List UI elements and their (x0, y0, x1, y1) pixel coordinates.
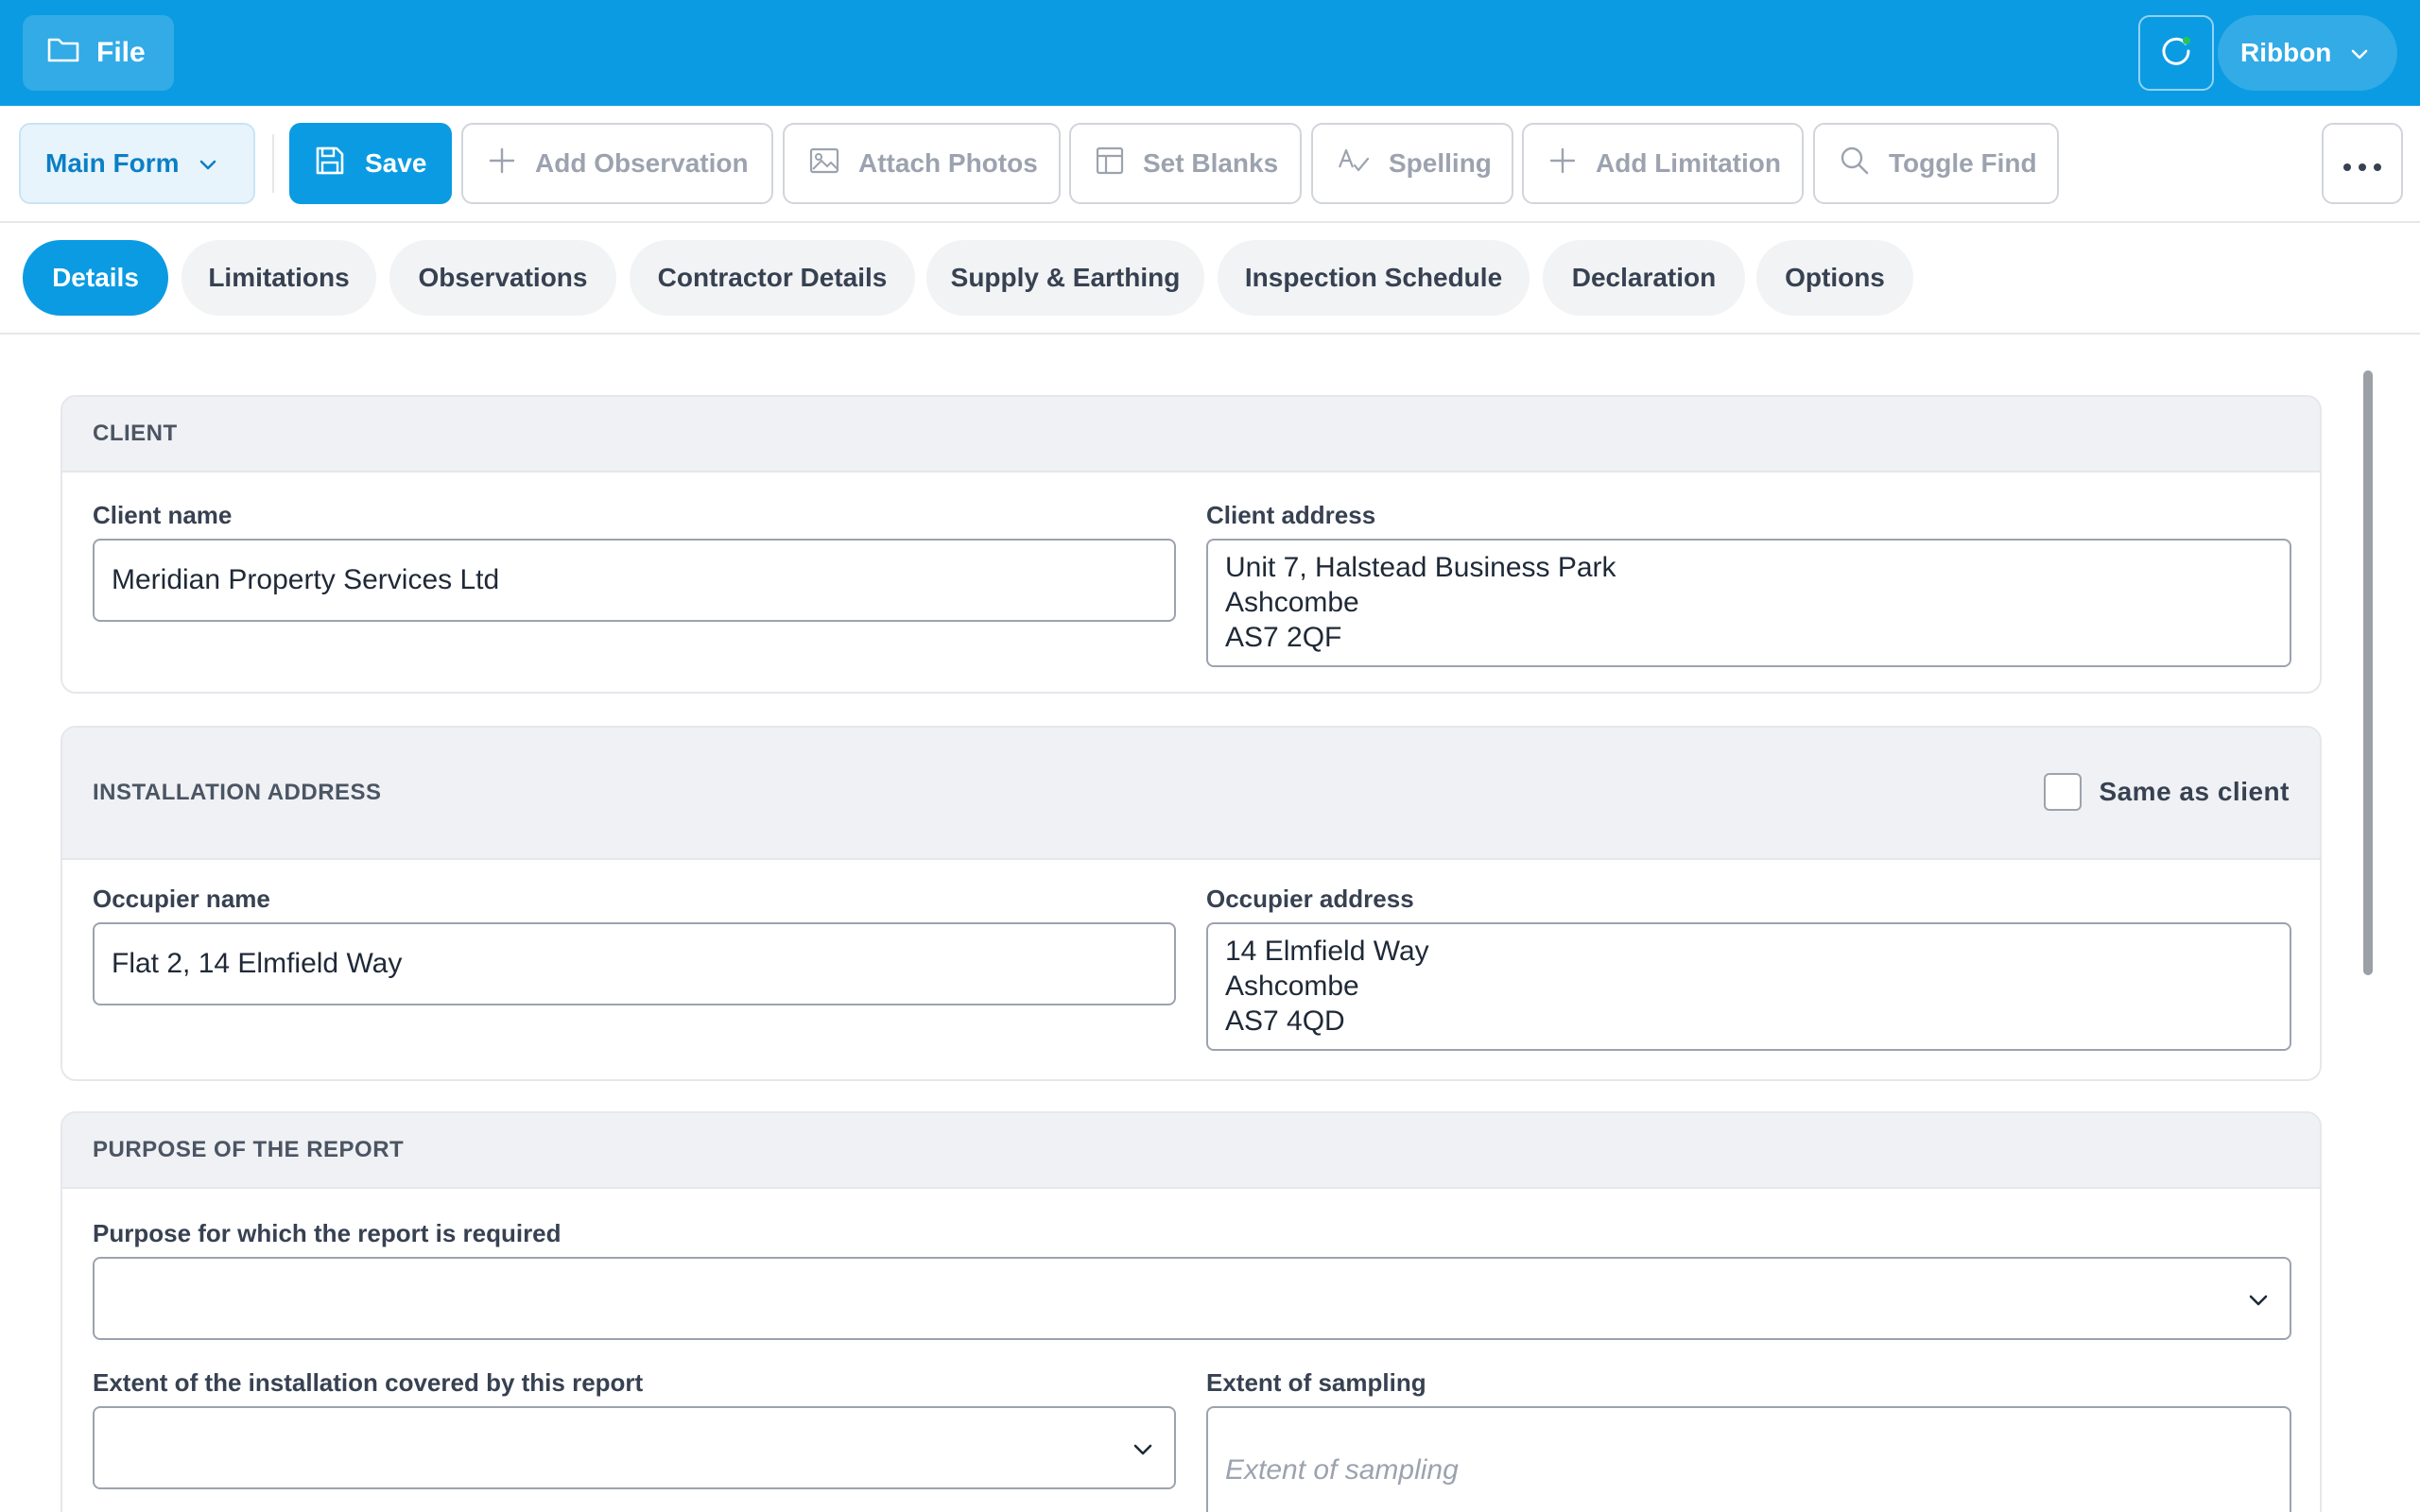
occupier-name-input[interactable]: Flat 2, 14 Elmfield Way (93, 922, 1176, 1005)
ribbon-button[interactable]: Ribbon (2218, 15, 2397, 91)
chevron-down-icon (199, 148, 217, 179)
add-limitation-label: Add Limitation (1596, 148, 1781, 178)
occupier-name-label: Occupier name (93, 885, 270, 913)
installation-address-section: INSTALLATION ADDRESS Same as client Occu… (60, 726, 2322, 1081)
set-blanks-button[interactable]: Set Blanks (1069, 123, 1302, 204)
add-limitation-button[interactable]: Add Limitation (1522, 123, 1804, 204)
same-as-client-checkbox[interactable] (2044, 773, 2083, 811)
main-form-dropdown[interactable]: Main Form (19, 123, 255, 204)
client-address-label: Client address (1206, 501, 1376, 529)
more-dots-icon (2342, 148, 2383, 179)
same-as-client-toggle[interactable]: Same as client (2044, 773, 2290, 811)
form-content: CLIENT Client name Meridian Property Ser… (0, 336, 2420, 1512)
sampling-input[interactable]: Extent of sampling (1206, 1406, 2291, 1512)
tab-bar: Details Limitations Observations Contrac… (0, 223, 2420, 335)
save-icon (314, 145, 346, 183)
client-section: CLIENT Client name Meridian Property Ser… (60, 395, 2322, 694)
scrollbar[interactable] (2363, 370, 2373, 975)
tab-observations[interactable]: Observations (389, 240, 616, 316)
purpose-select[interactable] (93, 1257, 2291, 1340)
search-icon (1840, 146, 1870, 182)
tab-details[interactable]: Details (23, 240, 168, 316)
extent-select[interactable] (93, 1406, 1176, 1489)
spelling-label: Spelling (1389, 148, 1492, 178)
purpose-section: PURPOSE OF THE REPORT Purpose for which … (60, 1111, 2322, 1512)
tab-supply-earthing[interactable]: Supply & Earthing (926, 240, 1204, 316)
more-options-button[interactable] (2322, 123, 2403, 204)
tab-inspection-schedule[interactable]: Inspection Schedule (1218, 240, 1530, 316)
add-observation-button[interactable]: Add Observation (461, 123, 773, 204)
sampling-label: Extent of sampling (1206, 1368, 1426, 1397)
chevron-down-icon (2248, 1282, 2269, 1314)
ribbon-label: Ribbon (2240, 38, 2332, 67)
table-icon (1096, 146, 1124, 181)
purpose-label: Purpose for which the report is required (93, 1219, 562, 1247)
sync-button[interactable] (2138, 15, 2214, 91)
spellcheck-icon (1338, 146, 1370, 181)
chevron-down-icon (1132, 1432, 1153, 1464)
extent-label: Extent of the installation covered by th… (93, 1368, 644, 1397)
plus-icon (1548, 146, 1577, 181)
tab-declaration[interactable]: Declaration (1543, 240, 1745, 316)
toggle-find-label: Toggle Find (1889, 148, 2037, 178)
save-label: Save (365, 148, 427, 178)
refresh-icon (2157, 32, 2195, 75)
plus-icon (488, 146, 516, 181)
tab-limitations[interactable]: Limitations (182, 240, 376, 316)
attach-photos-label: Attach Photos (858, 148, 1038, 178)
tab-options[interactable]: Options (1756, 240, 1913, 316)
occupier-address-input[interactable]: 14 Elmfield Way Ashcombe AS7 4QD (1206, 922, 2291, 1051)
image-icon (809, 147, 839, 180)
toolbar-divider (272, 134, 274, 193)
same-as-client-label: Same as client (2099, 777, 2290, 806)
file-button[interactable]: File (23, 15, 174, 91)
installation-section-header: INSTALLATION ADDRESS Same as client (62, 728, 2320, 860)
add-observation-label: Add Observation (535, 148, 749, 178)
tab-contractor-details[interactable]: Contractor Details (630, 240, 915, 316)
client-name-label: Client name (93, 501, 233, 529)
client-section-heading: CLIENT (62, 397, 2320, 472)
client-name-input[interactable]: Meridian Property Services Ltd (93, 539, 1176, 622)
sampling-placeholder: Extent of sampling (1225, 1454, 1459, 1486)
top-bar: File Ribbon (0, 0, 2420, 106)
client-address-input[interactable]: Unit 7, Halstead Business Park Ashcombe … (1206, 539, 2291, 667)
main-form-label: Main Form (45, 148, 180, 178)
toolbar: Main Form Save Add Observation Attach Ph… (0, 106, 2420, 223)
file-label: File (96, 37, 146, 68)
chevron-down-icon (2350, 38, 2369, 68)
set-blanks-label: Set Blanks (1143, 148, 1279, 178)
installation-section-heading: INSTALLATION ADDRESS (93, 780, 382, 805)
folder-icon (47, 36, 79, 70)
save-button[interactable]: Save (289, 123, 452, 204)
purpose-section-heading: PURPOSE OF THE REPORT (62, 1113, 2320, 1189)
spelling-button[interactable]: Spelling (1311, 123, 1513, 204)
attach-photos-button[interactable]: Attach Photos (783, 123, 1061, 204)
occupier-address-label: Occupier address (1206, 885, 1414, 913)
toggle-find-button[interactable]: Toggle Find (1813, 123, 2059, 204)
